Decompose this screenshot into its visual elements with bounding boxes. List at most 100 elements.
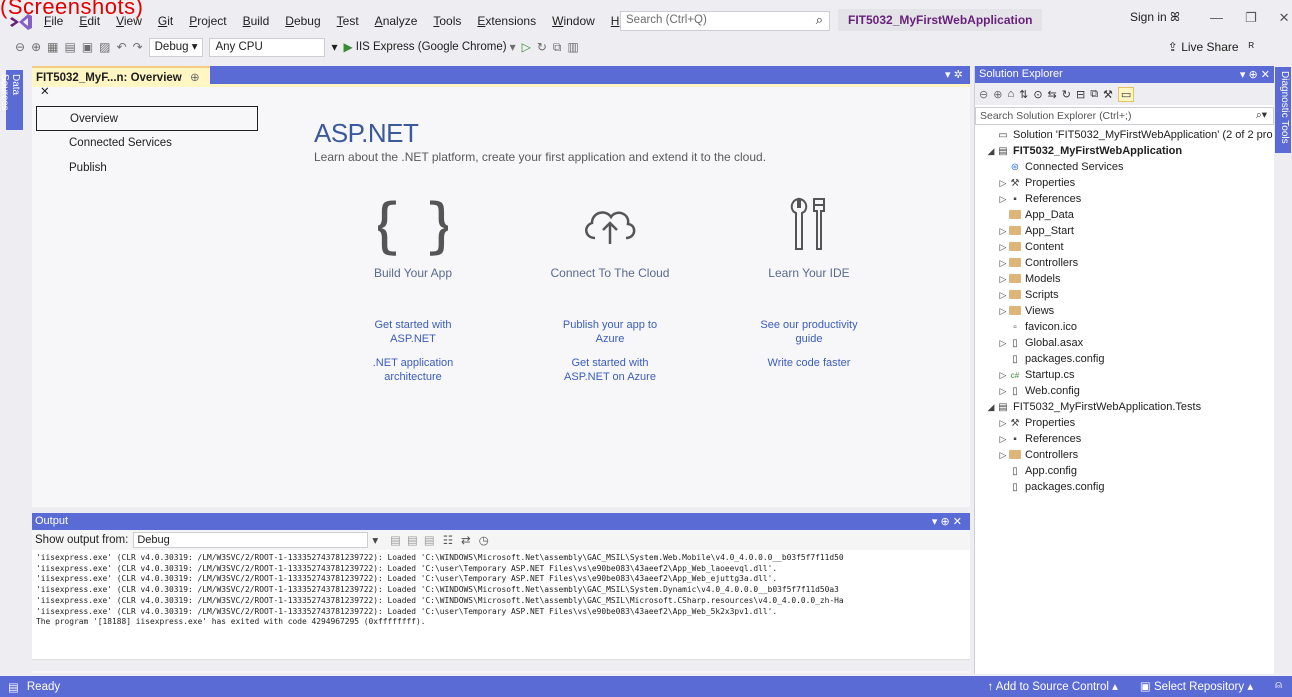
play-icon[interactable]: ▶ [344, 40, 353, 54]
tree-item[interactable]: ▯ packages.config [975, 351, 1274, 367]
tab-overview[interactable]: FIT5032_MyF...n: Overview ⊕ ✕ [32, 66, 210, 98]
diagnostic-tools-tab[interactable]: Diagnostic Tools [1275, 67, 1291, 153]
tree-item[interactable]: ▭ Solution 'FIT5032_MyFirstWebApplication… [975, 127, 1274, 143]
expand-toggle-icon[interactable]: ▷ [997, 175, 1009, 191]
properties-icon[interactable]: ⚒ [1103, 88, 1113, 101]
switch-views-icon[interactable]: ⇅ [1019, 88, 1028, 101]
tree-item[interactable]: ▷ Controllers [975, 447, 1274, 463]
menu-window[interactable]: Window [544, 8, 603, 34]
expand-toggle-icon[interactable]: ▷ [997, 255, 1009, 271]
forward-icon[interactable]: ⊕ [993, 88, 1002, 101]
aspnet-azure-link[interactable]: Get started with ASP.NET on Azure [515, 356, 705, 384]
word-wrap-icon[interactable]: ⇄ [461, 533, 471, 547]
add-source-control-button[interactable]: ↑ Add to Source Control ▴ [987, 679, 1117, 693]
feedback-icon[interactable]: ᴿ [1249, 40, 1254, 54]
expand-toggle-icon[interactable]: ▷ [997, 447, 1009, 463]
find-message-icon[interactable]: ▤ [390, 533, 401, 547]
expand-toggle-icon[interactable]: ▷ [997, 239, 1009, 255]
sign-in-link[interactable]: Sign in ꕤ [1130, 10, 1180, 25]
expand-toggle-icon[interactable]: ▷ [997, 223, 1009, 239]
layout-icon[interactable]: ▥ [568, 40, 579, 54]
tree-item[interactable]: ▷ Controllers [975, 255, 1274, 271]
refresh-icon[interactable]: ↻ [1062, 88, 1071, 101]
hot-reload-icon[interactable]: ↻ [537, 40, 547, 54]
menu-debug[interactable]: Debug [277, 8, 328, 34]
expand-toggle-icon[interactable]: ▷ [997, 431, 1009, 447]
back-icon[interactable]: ⊖ [979, 88, 988, 101]
tree-item[interactable]: ⊛ Connected Services [975, 159, 1274, 175]
tree-item[interactable]: ▷ ▯ Global.asax [975, 335, 1274, 351]
save-icon[interactable]: ▣ [82, 40, 93, 54]
next-message-icon[interactable]: ▤ [424, 533, 435, 547]
minimize-icon[interactable]: — [1210, 10, 1223, 26]
restore-icon[interactable]: ❐ [1245, 10, 1257, 26]
data-sources-tab[interactable]: Data Sources [0, 70, 23, 130]
menu-extensions[interactable]: Extensions [469, 8, 544, 34]
menu-tools[interactable]: Tools [425, 8, 469, 34]
net-architecture-link[interactable]: .NET application architecture [318, 356, 508, 384]
tree-item[interactable]: App_Data [975, 207, 1274, 223]
new-item-icon[interactable]: ▦ [47, 40, 58, 54]
show-all-files-icon[interactable]: ⧉ [1090, 88, 1098, 101]
expand-toggle-icon[interactable]: ◢ [985, 143, 997, 159]
expand-toggle-icon[interactable]: ▷ [997, 303, 1009, 319]
close-tab-icon[interactable]: ✕ [40, 86, 50, 98]
expand-toggle-icon[interactable]: ▷ [997, 271, 1009, 287]
nav-connected-services[interactable]: Connected Services [36, 131, 258, 156]
collapse-all-icon[interactable]: ⊟ [1076, 88, 1085, 101]
publish-azure-link[interactable]: Publish your app to Azure [515, 318, 705, 346]
tree-item[interactable]: ▯ packages.config [975, 479, 1274, 495]
clear-all-icon[interactable]: ☷ [443, 533, 453, 547]
tree-item[interactable]: ▷ ⚒ Properties [975, 415, 1274, 431]
tree-item[interactable]: ▷ ⚒ Properties [975, 175, 1274, 191]
productivity-guide-link[interactable]: See our productivity guide [714, 318, 904, 346]
tree-item[interactable]: ▷ Models [975, 271, 1274, 287]
tree-item[interactable]: ▷ c# Startup.cs [975, 367, 1274, 383]
save-all-icon[interactable]: ▨ [99, 40, 110, 54]
browser-link-icon[interactable]: ⧉ [553, 40, 562, 55]
expand-toggle-icon[interactable]: ▷ [997, 367, 1009, 383]
expand-toggle-icon[interactable]: ▷ [997, 191, 1009, 207]
undo-icon[interactable]: ↶ [117, 40, 127, 54]
timestamp-icon[interactable]: ◷ [479, 533, 489, 547]
panel-controls-icon[interactable]: ▾ ⊕ ✕ [932, 515, 962, 528]
preview-icon[interactable]: ▭ [1117, 86, 1135, 102]
back-icon[interactable]: ⊖ [15, 40, 25, 54]
output-source-select[interactable]: Debug [133, 532, 369, 548]
tree-item[interactable]: ◢ ▤ FIT5032_MyFirstWebApplication.Tests [975, 399, 1274, 415]
menu-analyze[interactable]: Analyze [367, 8, 426, 34]
menu-build[interactable]: Build [235, 8, 278, 34]
menu-project[interactable]: Project [181, 8, 234, 34]
expand-toggle-icon[interactable]: ▷ [997, 287, 1009, 303]
tree-item[interactable]: ▯ App.config [975, 463, 1274, 479]
configuration-select[interactable]: Debug ▾ [148, 37, 204, 57]
home-icon[interactable]: ⌂ [1007, 88, 1014, 100]
start-without-debugging-icon[interactable]: ▷ [522, 40, 531, 54]
pending-changes-icon[interactable]: ⊙ [1033, 88, 1042, 101]
menu-git[interactable]: Git [150, 8, 181, 34]
platform-select[interactable]: Any CPU [209, 37, 326, 57]
sync-icon[interactable]: ⇆ [1048, 88, 1057, 101]
tree-item[interactable]: ▷ ▪ References [975, 431, 1274, 447]
solution-search-input[interactable]: Search Solution Explorer (Ctrl+;) ⌕▾ [975, 107, 1274, 125]
tab-options-icon[interactable]: ▾ ✲ [945, 68, 963, 81]
chevron-down-icon[interactable]: ▾ [331, 40, 337, 54]
tree-item[interactable]: ▷ App_Start [975, 223, 1274, 239]
nav-overview[interactable]: Overview [36, 106, 258, 131]
search-input[interactable]: Search (Ctrl+Q) ⌕ [620, 11, 830, 31]
get-started-aspnet-link[interactable]: Get started with ASP.NET [318, 318, 508, 346]
tree-item[interactable]: ▷ Scripts [975, 287, 1274, 303]
select-repository-button[interactable]: ▣ Select Repository ▴ [1140, 679, 1253, 693]
tree-item[interactable]: ▫ favicon.ico [975, 319, 1274, 335]
redo-icon[interactable]: ↷ [133, 40, 143, 54]
chevron-down-icon[interactable]: ▾ [510, 40, 516, 54]
pin-icon[interactable]: ⊕ [190, 72, 200, 84]
write-code-faster-link[interactable]: Write code faster [714, 356, 904, 370]
chevron-down-icon[interactable]: ▾ [372, 533, 378, 547]
output-log[interactable]: 'iisexpress.exe' (CLR v4.0.30319: /LM/W3… [32, 550, 970, 659]
expand-toggle-icon[interactable]: ▷ [997, 415, 1009, 431]
horizontal-scrollbar[interactable] [32, 659, 970, 671]
tree-item[interactable]: ▷ Views [975, 303, 1274, 319]
run-target-button[interactable]: IIS Express (Google Chrome) [356, 41, 507, 53]
tree-item[interactable]: ▷ ▪ References [975, 191, 1274, 207]
